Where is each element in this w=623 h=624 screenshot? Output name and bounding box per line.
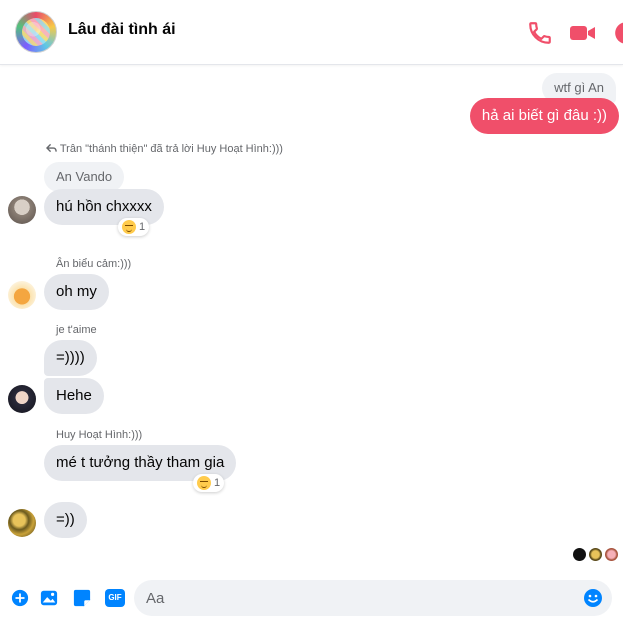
message-bubble[interactable]: =)))): [44, 340, 97, 376]
message-list[interactable]: wtf gì An hả ai biết gì đâu :)) Trân "th…: [0, 65, 623, 570]
reaction-badge[interactable]: 1: [193, 474, 225, 492]
plus-icon[interactable]: [11, 589, 29, 607]
reaction-count: 1: [214, 477, 221, 489]
emoji-icon[interactable]: [583, 588, 603, 608]
seen-avatar[interactable]: [573, 548, 586, 561]
phone-icon[interactable]: [527, 20, 553, 46]
seen-avatar[interactable]: [605, 548, 618, 561]
image-icon[interactable]: [40, 589, 58, 607]
sender-name: Ân biểu cảm:))): [56, 258, 132, 270]
chat-header: Lâu đài tình ái: [0, 0, 623, 65]
sender-name: Huy Hoạt Hình:))): [56, 429, 143, 441]
relieved-emoji-icon: [197, 476, 211, 490]
reply-arrow-icon: [45, 143, 57, 153]
gif-icon[interactable]: GIF: [105, 589, 125, 607]
reaction-badge[interactable]: 1: [118, 218, 150, 236]
message-input[interactable]: [134, 580, 578, 616]
reply-note: Trân "thánh thiện" đã trả lời Huy Hoạt H…: [45, 143, 283, 155]
avatar[interactable]: [8, 385, 36, 413]
avatar[interactable]: [8, 509, 36, 537]
seen-avatar[interactable]: [589, 548, 602, 561]
message-bubble[interactable]: =)): [44, 502, 87, 538]
reply-note-text: Trân "thánh thiện" đã trả lời Huy Hoạt H…: [59, 143, 283, 155]
avatar[interactable]: [8, 196, 36, 224]
quoted-message[interactable]: An Vando: [44, 162, 125, 192]
message-bubble[interactable]: Hehe: [44, 378, 104, 414]
my-message[interactable]: hả ai biết gì đâu :)): [469, 98, 619, 134]
sender-name: je t'aime: [56, 324, 97, 336]
composer-bar: GIF: [0, 570, 623, 624]
avatar[interactable]: [8, 281, 36, 309]
chat-title[interactable]: Lâu đài tình ái: [68, 21, 176, 39]
info-icon[interactable]: [613, 20, 623, 46]
video-icon[interactable]: [569, 20, 597, 46]
message-input-box[interactable]: [134, 580, 612, 616]
relieved-emoji-icon: [122, 220, 136, 234]
message-bubble[interactable]: oh my: [44, 274, 109, 310]
sticker-icon[interactable]: [73, 589, 91, 607]
reaction-count: 1: [139, 221, 146, 233]
group-avatar[interactable]: [15, 11, 57, 53]
